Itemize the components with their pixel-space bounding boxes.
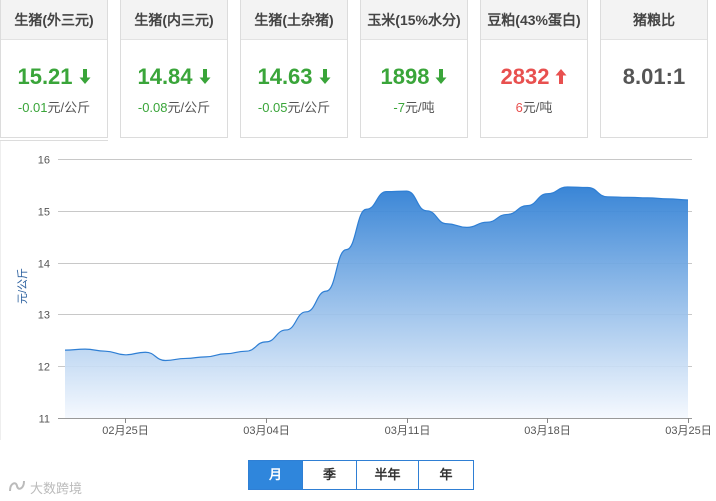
y-tick-label: 15 [38, 207, 50, 219]
card-change: -0.01元/公斤 [17, 100, 91, 115]
y-tick-label: 13 [38, 310, 50, 322]
y-tick-label: 14 [38, 259, 50, 271]
card-change: -0.08元/公斤 [137, 100, 211, 115]
arrow-down-icon [435, 65, 447, 91]
watermark-logo-icon [8, 479, 26, 496]
x-tick-label: 03月11日 [385, 425, 431, 437]
card-price: 1898 [361, 64, 467, 91]
price-card-pig-local[interactable]: 生猪(土杂猪) 14.63 -0.05元/公斤 [240, 0, 348, 138]
price-card-pig-outer[interactable]: 生猪(外三元) 15.21 -0.01元/公斤 [0, 0, 108, 138]
x-tick-label: 03月25日 [665, 425, 711, 437]
card-price: 14.84 [121, 64, 227, 91]
card-price: 14.63 [241, 64, 347, 91]
area-fill [65, 186, 688, 418]
tab-half-year[interactable]: 半年 [357, 461, 419, 489]
chart-area [64, 186, 689, 418]
tab-year[interactable]: 年 [419, 461, 473, 489]
x-tick-label: 03月04日 [243, 425, 289, 437]
card-price: 8.01:1 [622, 64, 686, 89]
price-area-chart: 11 12 13 14 15 16 02月25日 03月04日 03月11日 03月18日 03月… [0, 140, 712, 440]
arrow-down-icon [319, 65, 331, 91]
price-card-corn[interactable]: 玉米(15%水分) 1898 -7元/吨 [360, 0, 468, 138]
x-tick-label: 02月25日 [102, 425, 148, 437]
card-title: 豆粕(43%蛋白) [481, 0, 587, 40]
watermark: 大数跨境 [8, 478, 82, 497]
y-tick-label: 16 [38, 155, 50, 167]
card-price: 15.21 [1, 64, 107, 91]
tab-month[interactable]: 月 [249, 461, 303, 489]
card-change: -7元/吨 [393, 100, 435, 115]
arrow-down-icon [199, 65, 211, 91]
card-title: 生猪(内三元) [121, 0, 227, 40]
card-title: 生猪(土杂猪) [241, 0, 347, 40]
price-cards: 生猪(外三元) 15.21 -0.01元/公斤 生猪(内三元) 14.84 -0… [0, 0, 716, 140]
card-change: 6元/吨 [515, 100, 553, 115]
x-axis-ticks: 02月25日 03月04日 03月11日 03月18日 03月25日 [58, 418, 712, 437]
y-axis-ticks: 11 12 13 14 15 16 [38, 155, 50, 426]
y-axis-label: 元/公斤 [16, 268, 29, 304]
card-title: 玉米(15%水分) [361, 0, 467, 40]
card-price: 2832 [481, 64, 587, 91]
range-tabs: 月 季 半年 年 [248, 460, 474, 490]
card-change: -0.05元/公斤 [257, 100, 331, 115]
x-tick-label: 03月18日 [524, 425, 570, 437]
price-card-pig-grain-ratio[interactable]: 猪粮比 8.01:1 [600, 0, 708, 138]
price-card-pig-inner[interactable]: 生猪(内三元) 14.84 -0.08元/公斤 [120, 0, 228, 138]
arrow-up-icon [555, 65, 567, 91]
y-tick-label: 12 [38, 362, 50, 374]
watermark-text: 大数跨境 [30, 481, 83, 496]
arrow-down-icon [79, 65, 91, 91]
tab-quarter[interactable]: 季 [303, 461, 357, 489]
y-tick-label: 11 [39, 414, 50, 426]
card-title: 猪粮比 [601, 0, 707, 40]
card-title: 生猪(外三元) [1, 0, 107, 40]
price-card-soymeal[interactable]: 豆粕(43%蛋白) 2832 6元/吨 [480, 0, 588, 138]
